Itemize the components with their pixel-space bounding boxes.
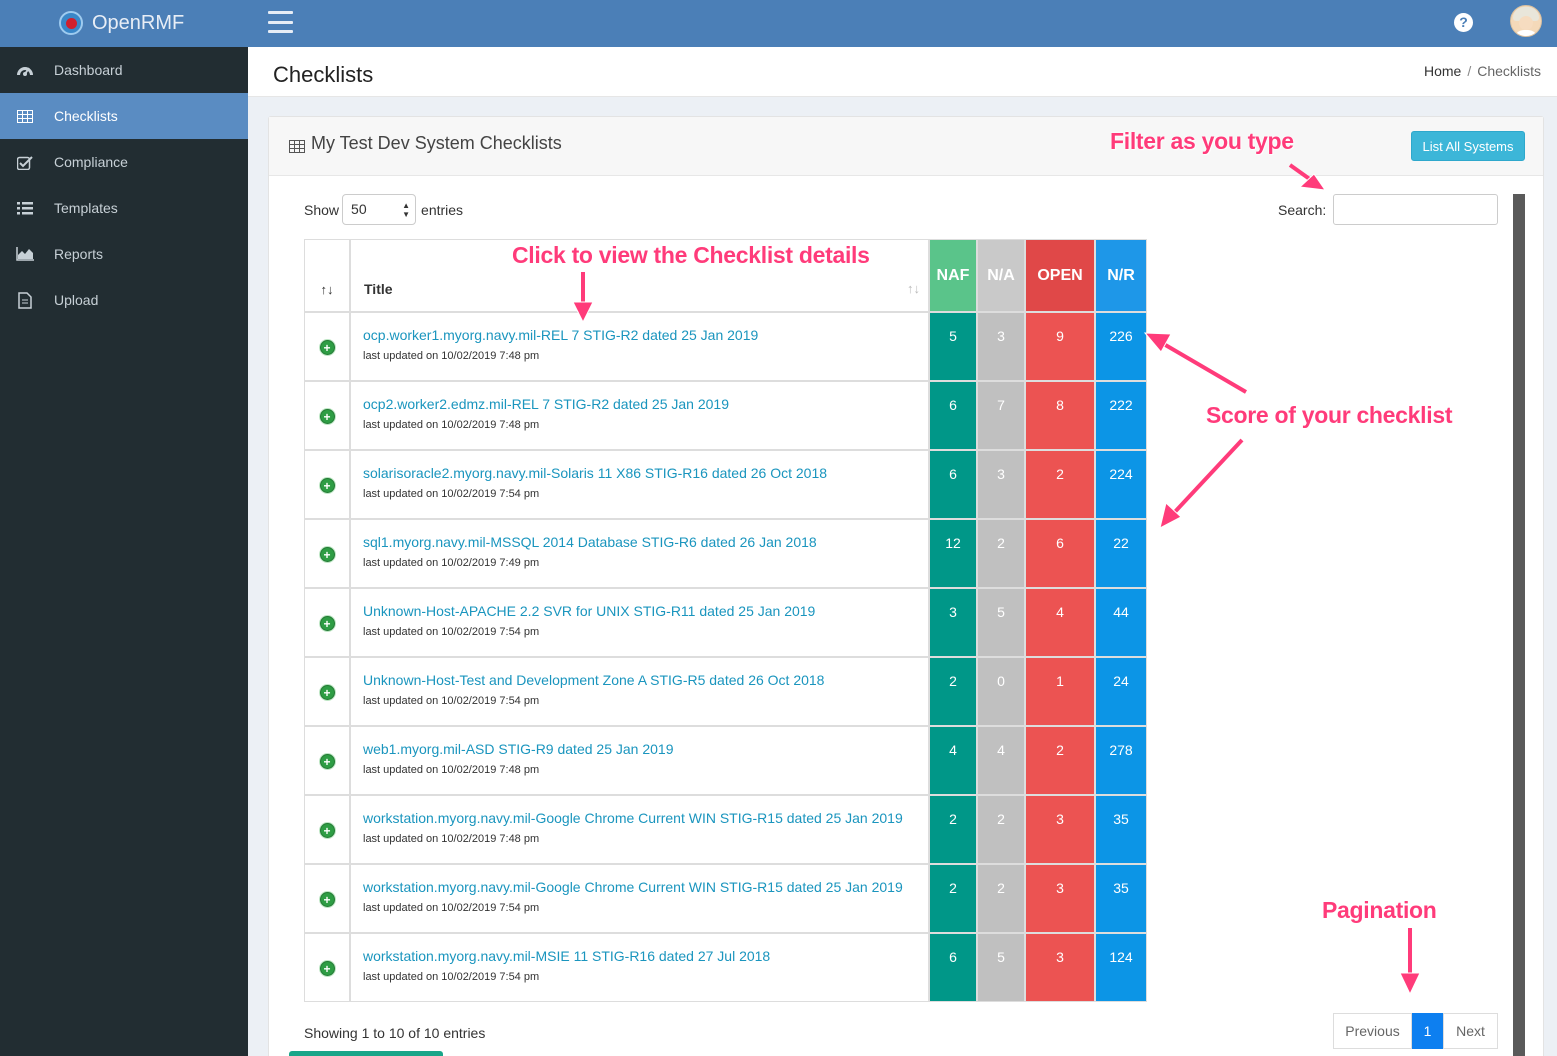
arrow-to-pagination <box>1399 928 1421 996</box>
arrow-to-score-mid <box>1159 438 1244 529</box>
arrow-to-search <box>1288 163 1327 191</box>
annotation-arrows <box>572 163 1421 996</box>
arrow-to-title-link <box>572 272 594 324</box>
arrow-to-score-top <box>1143 332 1248 394</box>
